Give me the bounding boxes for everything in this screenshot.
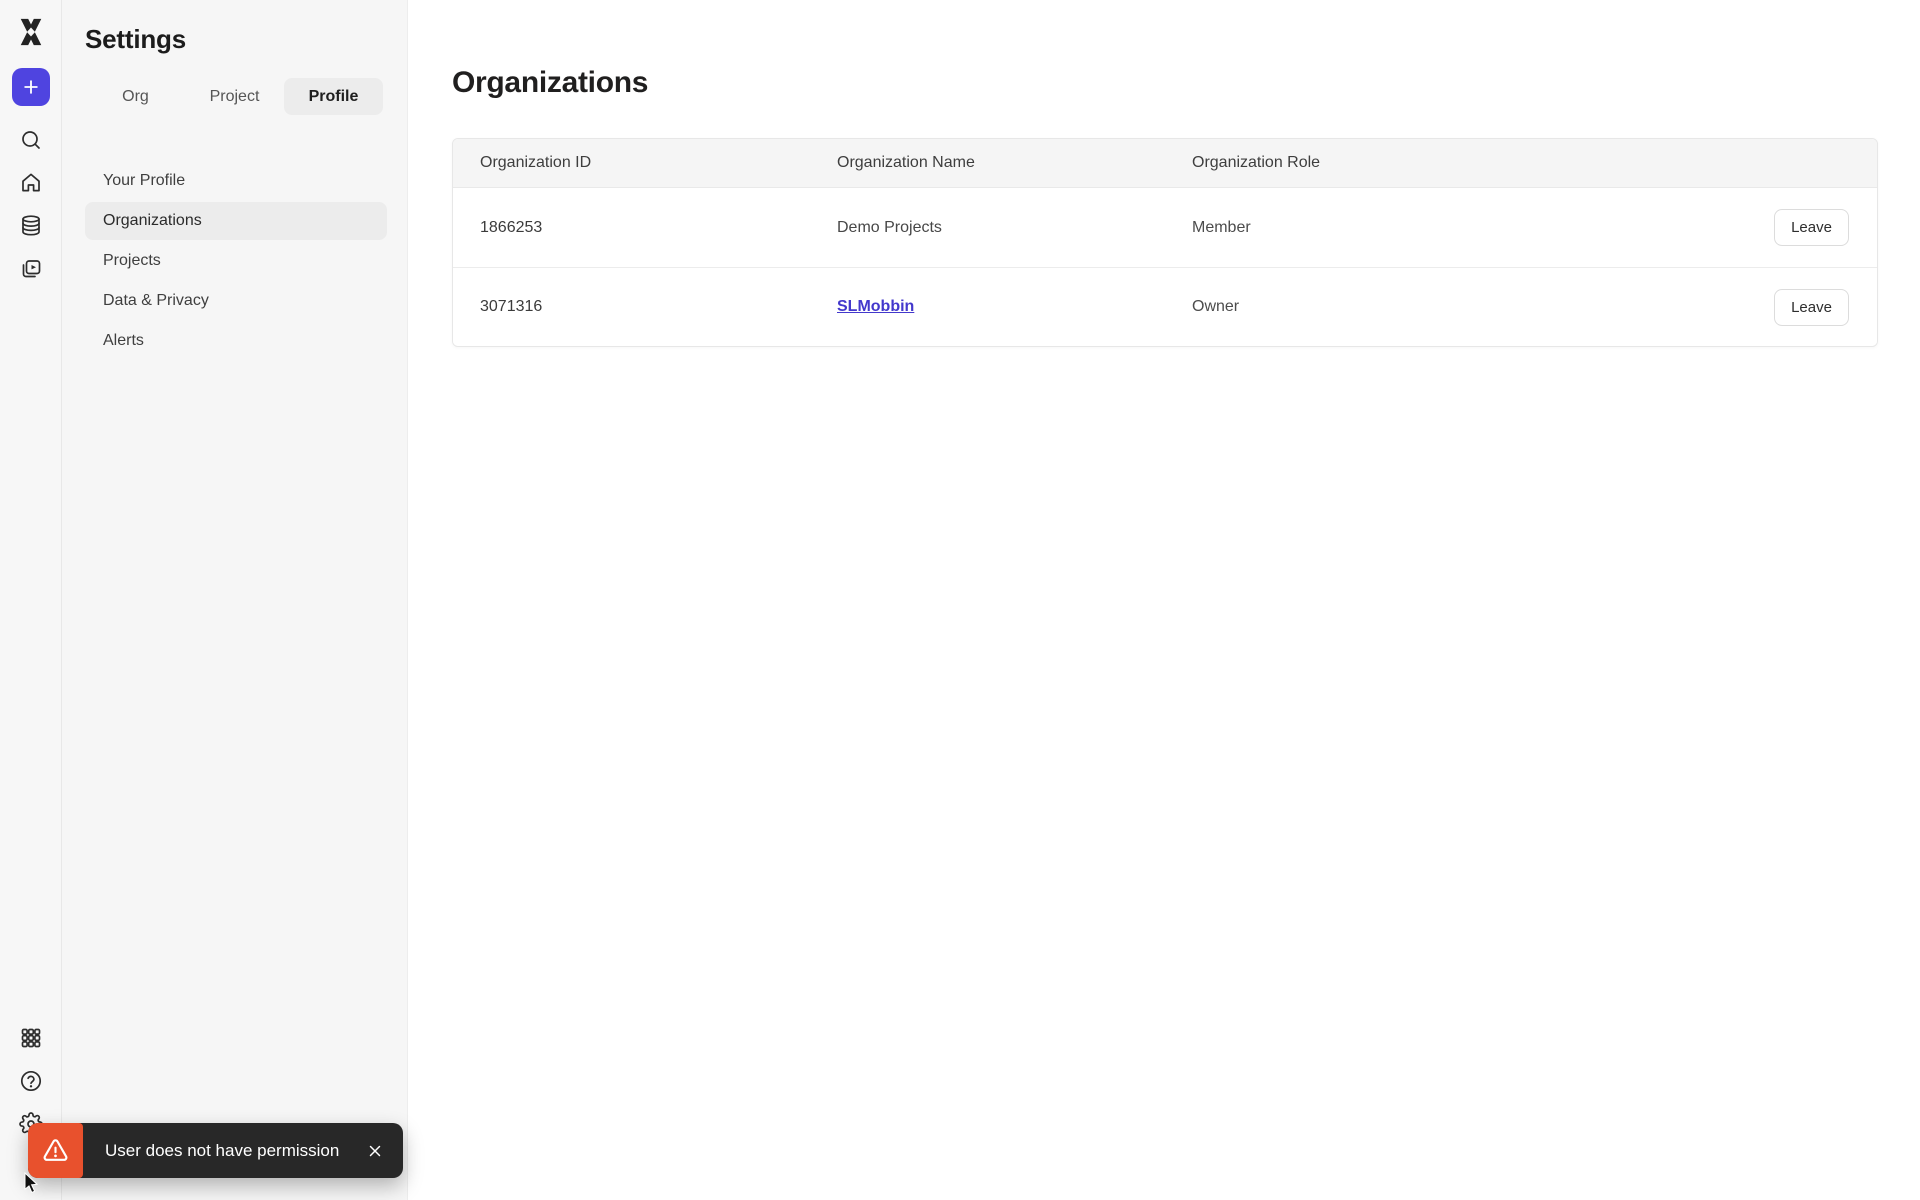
toast-message: User does not have permission <box>105 1140 340 1160</box>
warning-triangle-icon <box>28 1123 83 1178</box>
home-icon[interactable] <box>13 165 49 201</box>
sidebar-item-alerts[interactable]: Alerts <box>85 322 387 360</box>
column-header-org-role: Organization Role <box>1192 154 1321 171</box>
leave-button[interactable]: Leave <box>1774 209 1849 246</box>
mixpanel-logo-icon <box>16 18 46 46</box>
tab-project[interactable]: Project <box>185 78 284 115</box>
settings-sidebar: Settings Org Project Profile Your Profil… <box>62 0 408 1200</box>
help-icon[interactable] <box>13 1063 49 1099</box>
org-name-link[interactable]: SLMobbin <box>837 298 914 315</box>
page-title: Organizations <box>452 66 649 99</box>
apps-grid-icon[interactable] <box>13 1020 49 1056</box>
organizations-table: Organization ID Organization Name Organi… <box>452 138 1878 347</box>
data-management-icon[interactable] <box>13 208 49 244</box>
sidebar-item-projects[interactable]: Projects <box>85 242 387 280</box>
table-row: 1866253 Demo Projects Member Leave <box>453 188 1877 267</box>
main-content: Organizations Organization ID Organizati… <box>408 68 1920 347</box>
column-header-org-name: Organization Name <box>837 154 975 171</box>
settings-nav: Your Profile Organizations Projects Data… <box>85 162 387 360</box>
table-row: 3071316 SLMobbin Owner Leave <box>453 267 1877 346</box>
app-icon-rail <box>0 0 62 1200</box>
close-icon[interactable] <box>365 1141 385 1161</box>
create-new-button[interactable] <box>11 68 50 106</box>
table-header-row: Organization ID Organization Name Organi… <box>453 139 1877 188</box>
error-toast: User does not have permission <box>28 1123 404 1178</box>
sidebar-item-data-privacy[interactable]: Data & Privacy <box>85 282 387 320</box>
tab-org[interactable]: Org <box>86 78 185 115</box>
sidebar-item-organizations[interactable]: Organizations <box>85 202 387 240</box>
org-role-value: Owner <box>1192 298 1240 315</box>
boards-video-icon[interactable] <box>13 251 49 287</box>
leave-button[interactable]: Leave <box>1774 288 1849 326</box>
settings-title: Settings <box>85 24 186 54</box>
org-role-value: Member <box>1192 218 1251 236</box>
org-id-value: 3071316 <box>480 298 543 315</box>
org-id-value: 1866253 <box>480 218 543 236</box>
tab-profile[interactable]: Profile <box>284 78 383 115</box>
column-header-org-id: Organization ID <box>480 154 592 171</box>
org-name-value: Demo Projects <box>837 218 942 236</box>
search-icon[interactable] <box>13 122 49 158</box>
sidebar-item-your-profile[interactable]: Your Profile <box>85 162 387 200</box>
settings-tabbar: Org Project Profile <box>86 78 383 115</box>
